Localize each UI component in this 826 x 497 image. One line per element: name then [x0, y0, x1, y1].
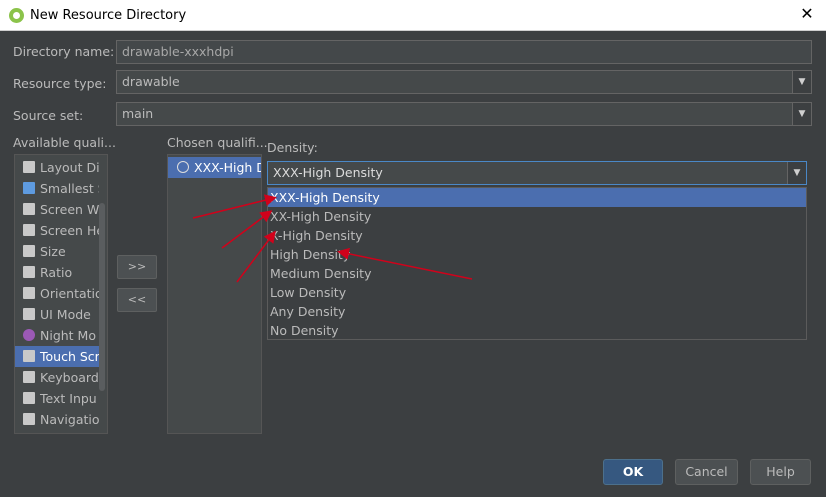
directory-name-label: Directory name:: [13, 44, 115, 59]
night-mode-icon: [23, 329, 35, 341]
android-studio-icon: [9, 8, 24, 23]
density-option[interactable]: XX-High Density: [268, 207, 806, 226]
available-qualifiers-label: Available quali...: [13, 135, 116, 150]
text-input-icon: [23, 392, 35, 404]
directory-name-field[interactable]: drawable-xxxhdpi: [116, 40, 812, 64]
resource-type-value: drawable: [122, 74, 180, 89]
title-bar: New Resource Directory ✕: [0, 0, 826, 31]
density-label: Density:: [267, 140, 318, 155]
density-value: XXX-High Density: [273, 165, 383, 180]
smallest-screen-width-icon: [23, 182, 35, 194]
list-item[interactable]: UI Mode: [15, 304, 99, 325]
close-icon[interactable]: ✕: [798, 5, 816, 23]
list-item[interactable]: Screen W: [15, 199, 99, 220]
list-item[interactable]: XXX-High D: [168, 157, 261, 178]
density-combo[interactable]: XXX-High Density ▼: [267, 161, 807, 185]
list-item[interactable]: Navigatio: [15, 409, 99, 430]
keyboard-icon: [23, 371, 35, 383]
density-option[interactable]: High Density: [268, 245, 806, 264]
screen-height-icon: [23, 224, 35, 236]
source-set-combo[interactable]: main ▼: [116, 102, 812, 126]
size-icon: [23, 245, 35, 257]
density-option[interactable]: XXX-High Density: [268, 188, 806, 207]
add-qualifier-button[interactable]: >>: [117, 255, 157, 279]
density-option[interactable]: Medium Density: [268, 264, 806, 283]
orientation-icon: [23, 287, 35, 299]
cancel-button[interactable]: Cancel: [675, 459, 738, 485]
list-item[interactable]: Night Mo: [15, 325, 99, 346]
available-qualifiers-list[interactable]: Layout Di Smallest S Screen W Screen He …: [14, 154, 108, 434]
chosen-qualifiers-label: Chosen qualifi...: [167, 135, 268, 150]
list-item[interactable]: Touch Scr: [15, 346, 99, 367]
list-item[interactable]: Keyboard: [15, 367, 99, 388]
ok-button[interactable]: OK: [603, 459, 663, 485]
chosen-qualifiers-list[interactable]: XXX-High D: [167, 154, 262, 434]
chevron-down-icon[interactable]: ▼: [787, 162, 806, 184]
window-title: New Resource Directory: [30, 8, 187, 23]
ratio-icon: [23, 266, 35, 278]
layout-direction-icon: [23, 161, 35, 173]
density-option[interactable]: Low Density: [268, 283, 806, 302]
list-item[interactable]: Size: [15, 241, 99, 262]
list-item[interactable]: Layout Di: [15, 157, 99, 178]
globe-icon: [177, 161, 189, 173]
touch-screen-icon: [23, 350, 35, 362]
density-option[interactable]: No Density: [268, 321, 806, 340]
list-item[interactable]: Smallest S: [15, 178, 99, 199]
list-item[interactable]: Orientatio: [15, 283, 99, 304]
remove-qualifier-button[interactable]: <<: [117, 288, 157, 312]
chevron-down-icon[interactable]: ▼: [792, 71, 811, 93]
ui-mode-icon: [23, 308, 35, 320]
list-item[interactable]: Ratio: [15, 262, 99, 283]
density-dropdown: XXX-High Density XX-High Density X-High …: [267, 187, 807, 340]
help-button[interactable]: Help: [750, 459, 811, 485]
scrollbar-thumb[interactable]: [99, 203, 105, 391]
chevron-down-icon[interactable]: ▼: [792, 103, 811, 125]
density-option[interactable]: Any Density: [268, 302, 806, 321]
resource-type-label: Resource type:: [13, 76, 107, 91]
navigation-icon: [23, 413, 35, 425]
density-option[interactable]: X-High Density: [268, 226, 806, 245]
source-set-value: main: [122, 106, 154, 121]
list-item[interactable]: Text Inpu: [15, 388, 99, 409]
source-set-label: Source set:: [13, 108, 84, 123]
screen-width-icon: [23, 203, 35, 215]
resource-type-combo[interactable]: drawable ▼: [116, 70, 812, 94]
list-item[interactable]: Screen He: [15, 220, 99, 241]
